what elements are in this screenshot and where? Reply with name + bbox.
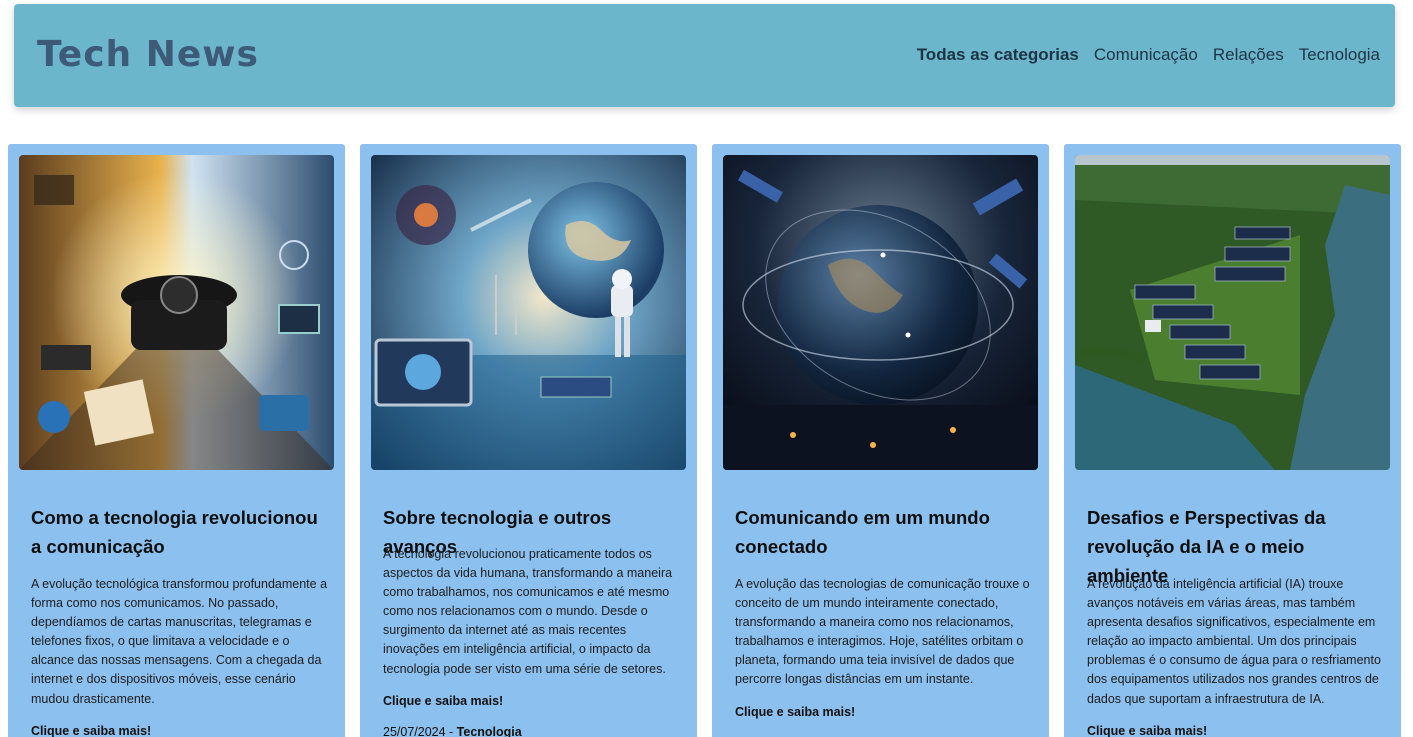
- nav-comunicacao[interactable]: Comunicação: [1094, 45, 1198, 65]
- read-more-link[interactable]: Clique e saiba mais!: [1087, 724, 1207, 737]
- site-logo[interactable]: Tech News: [37, 34, 259, 75]
- article-date: 25/07/2024: [383, 725, 446, 737]
- article-image[interactable]: [371, 155, 686, 470]
- nav-all-categories[interactable]: Todas as categorias: [917, 45, 1079, 65]
- site-header: Tech News Todas as categorias Comunicaçã…: [14, 4, 1395, 107]
- nav-tecnologia[interactable]: Tecnologia: [1299, 45, 1380, 65]
- article-meta: 25/07/2024 - Tecnologia: [383, 725, 522, 737]
- nav-relacoes[interactable]: Relações: [1213, 45, 1284, 65]
- article-description: A evolução tecnológica transformou profu…: [31, 577, 328, 706]
- category-nav: Todas as categorias Comunicação Relações…: [917, 45, 1380, 65]
- article-image[interactable]: [1075, 155, 1390, 470]
- article-description: A revolução da inteligência artificial (…: [1087, 577, 1381, 706]
- meta-separator: -: [445, 725, 457, 737]
- read-more-link[interactable]: Clique e saiba mais!: [383, 694, 503, 708]
- article-card[interactable]: Comunicando em um mundo conectado A evol…: [712, 144, 1049, 737]
- article-title[interactable]: Comunicando em um mundo conectado: [735, 503, 1035, 561]
- article-category[interactable]: Tecnologia: [457, 725, 522, 737]
- article-card[interactable]: Como a tecnologia revolucionou a comunic…: [8, 144, 345, 737]
- article-card[interactable]: Desafios e Perspectivas da revolução da …: [1064, 144, 1401, 737]
- article-image[interactable]: [723, 155, 1038, 470]
- read-more-link[interactable]: Clique e saiba mais!: [31, 724, 151, 737]
- article-image[interactable]: [19, 155, 334, 470]
- read-more-link[interactable]: Clique e saiba mais!: [735, 705, 855, 719]
- article-title[interactable]: Como a tecnologia revolucionou a comunic…: [31, 503, 331, 561]
- article-description: A evolução das tecnologias de comunicaçã…: [735, 577, 1030, 687]
- article-description: A tecnologia revolucionou praticamente t…: [383, 547, 673, 676]
- article-card[interactable]: Sobre tecnologia e outros avanços A tecn…: [360, 144, 697, 737]
